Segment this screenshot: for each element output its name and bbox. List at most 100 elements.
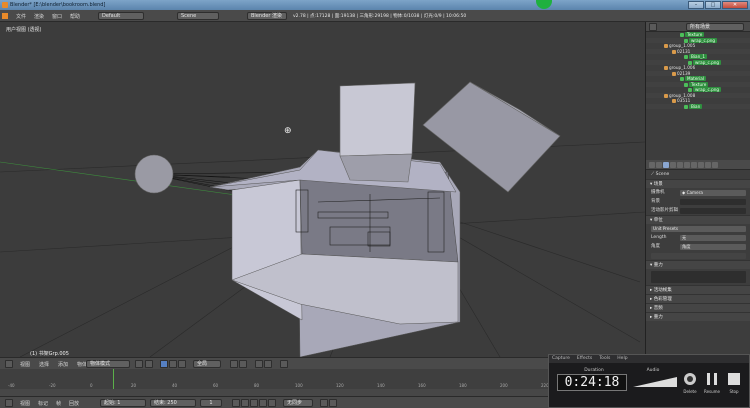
object-tab-icon[interactable] [677,162,683,168]
shading-icon[interactable] [135,360,143,368]
world-tab-icon[interactable] [670,162,676,168]
maximize-button[interactable]: □ [705,1,721,9]
keying-set-icon[interactable] [329,399,337,407]
render-tab-icon[interactable] [649,162,655,168]
proportional-edit-icon[interactable] [264,360,272,368]
menu-marker[interactable]: 标记 [38,400,48,407]
timer-menu: Capture Effects Tools Help [549,355,749,363]
record-key-icon[interactable] [320,399,328,407]
render-preview-icon[interactable] [280,360,288,368]
camera-value: Camera [686,190,703,195]
layer-2-icon[interactable] [239,360,247,368]
outliner-editor-icon[interactable] [649,23,657,31]
menu-file[interactable]: 文件 [16,13,26,20]
gravity-field[interactable] [651,271,746,283]
menu-render[interactable]: 渲染 [34,13,44,20]
render-engine-selector[interactable]: Blender 渲染 [247,12,287,20]
keying-section-header[interactable]: ▸ 活动帧集 [646,285,750,294]
outliner-row-label: Texture [685,32,705,37]
mode-selector[interactable]: 物体模式 [86,360,130,368]
3d-viewport[interactable]: 用户视图 (透视) ⊕ (1) 书架Grp.005 [0,22,645,357]
timeline-editor-icon[interactable] [5,399,13,407]
info-editor-icon[interactable] [2,13,8,19]
unit-presets-dropdown[interactable]: Unit Presets [651,226,746,232]
colorspace-section-header[interactable]: ▸ 色彩管理 [646,294,750,303]
menu-tools[interactable]: Tools [599,355,610,363]
snap-icon[interactable] [255,360,263,368]
layers-tab-icon[interactable] [656,162,662,168]
outliner-row-label: 02139 [677,70,691,76]
menu-view[interactable]: 视图 [20,361,30,368]
prev-key-icon[interactable] [241,399,249,407]
background-field[interactable] [680,199,746,205]
translate-icon[interactable] [169,360,177,368]
minimize-button[interactable]: – [688,1,704,9]
texture-tab-icon[interactable] [705,162,711,168]
audio-section-header[interactable]: ▸ 音频 [646,303,750,312]
menu-timeline-view[interactable]: 视图 [20,400,30,407]
outliner-display-mode[interactable]: 所有场景 [686,23,744,31]
pivot-icon[interactable] [145,360,153,368]
active-clip-field[interactable] [680,208,746,214]
end-frame-field[interactable]: 结束: 250 [150,399,196,407]
physics-tab-icon[interactable] [712,162,718,168]
transform-orientation[interactable]: 全局 [193,360,221,368]
outliner-row-label: group_1.008 [669,92,696,98]
scene-tab-icon[interactable] [663,162,669,168]
stop-icon[interactable] [727,372,741,386]
delete-label: Delete [683,389,697,394]
separate-units-checkbox[interactable] [651,253,746,259]
pause-icon[interactable] [705,372,719,386]
gravity2-section-header[interactable]: ▸ 重力 [646,312,750,321]
delete-icon[interactable] [683,372,697,386]
constraints-tab-icon[interactable] [684,162,690,168]
length-row: Length 无 [646,233,750,242]
properties-tabs [646,160,750,170]
rotate-icon[interactable] [178,360,186,368]
rotation-row: 角度 角度 [646,242,750,251]
ruler-tick-label: -20 [49,383,56,388]
camera-field[interactable]: ◆ Camera [680,190,746,196]
menu-select[interactable]: 选择 [39,361,49,368]
rotation-field[interactable]: 角度 [680,244,746,250]
start-frame-field[interactable]: 起始: 1 [100,399,146,407]
lamp-sphere [134,154,174,194]
3d-cursor-icon[interactable]: ⊕ [284,126,292,136]
gravity-section-header[interactable]: ▾ 重力 [646,260,750,269]
gravity2-section-title: 重力 [653,315,663,320]
menu-capture[interactable]: Capture [552,355,570,363]
playhead[interactable] [113,369,114,389]
menu-add[interactable]: 添加 [58,361,68,368]
menu-help[interactable]: 帮助 [70,13,80,20]
menu-playback[interactable]: 回放 [69,400,79,407]
jump-end-icon[interactable] [268,399,276,407]
close-button[interactable]: ✕ [722,1,748,9]
active-clip-label: 活动影片剪辑 [651,208,678,213]
manipulator-icon[interactable] [160,360,168,368]
menu-window[interactable]: 窗口 [52,13,62,20]
jump-start-icon[interactable] [232,399,240,407]
next-key-icon[interactable] [259,399,267,407]
layer-1-icon[interactable] [230,360,238,368]
timeline-menu: 视图 标记 帧 回放 [20,400,79,407]
length-field[interactable]: 无 [680,235,746,241]
menu-effects[interactable]: Effects [577,355,592,363]
scene-selector[interactable]: Scene [177,12,219,20]
material-icon [684,104,688,109]
end-frame-value: 250 [167,400,177,406]
object-icon [672,99,676,103]
y-axis-line [0,161,251,198]
audio-level-icon[interactable] [633,376,677,388]
modifiers-tab-icon[interactable] [691,162,697,168]
menu-frame[interactable]: 帧 [56,400,61,407]
scene-section-header[interactable]: ▾ 场景 [646,179,750,188]
units-section-header[interactable]: ▾ 单位 [646,215,750,224]
menu-timer-help[interactable]: Help [617,355,627,363]
layout-selector[interactable]: Default [98,12,144,20]
play-icon[interactable] [250,399,258,407]
editor-type-icon[interactable] [5,360,13,368]
current-frame-field[interactable]: 1 [200,399,222,407]
material-tab-icon[interactable] [698,162,704,168]
outliner-row[interactable]: Bian [646,103,750,109]
sync-mode-selector[interactable]: 无同步 [283,399,313,407]
